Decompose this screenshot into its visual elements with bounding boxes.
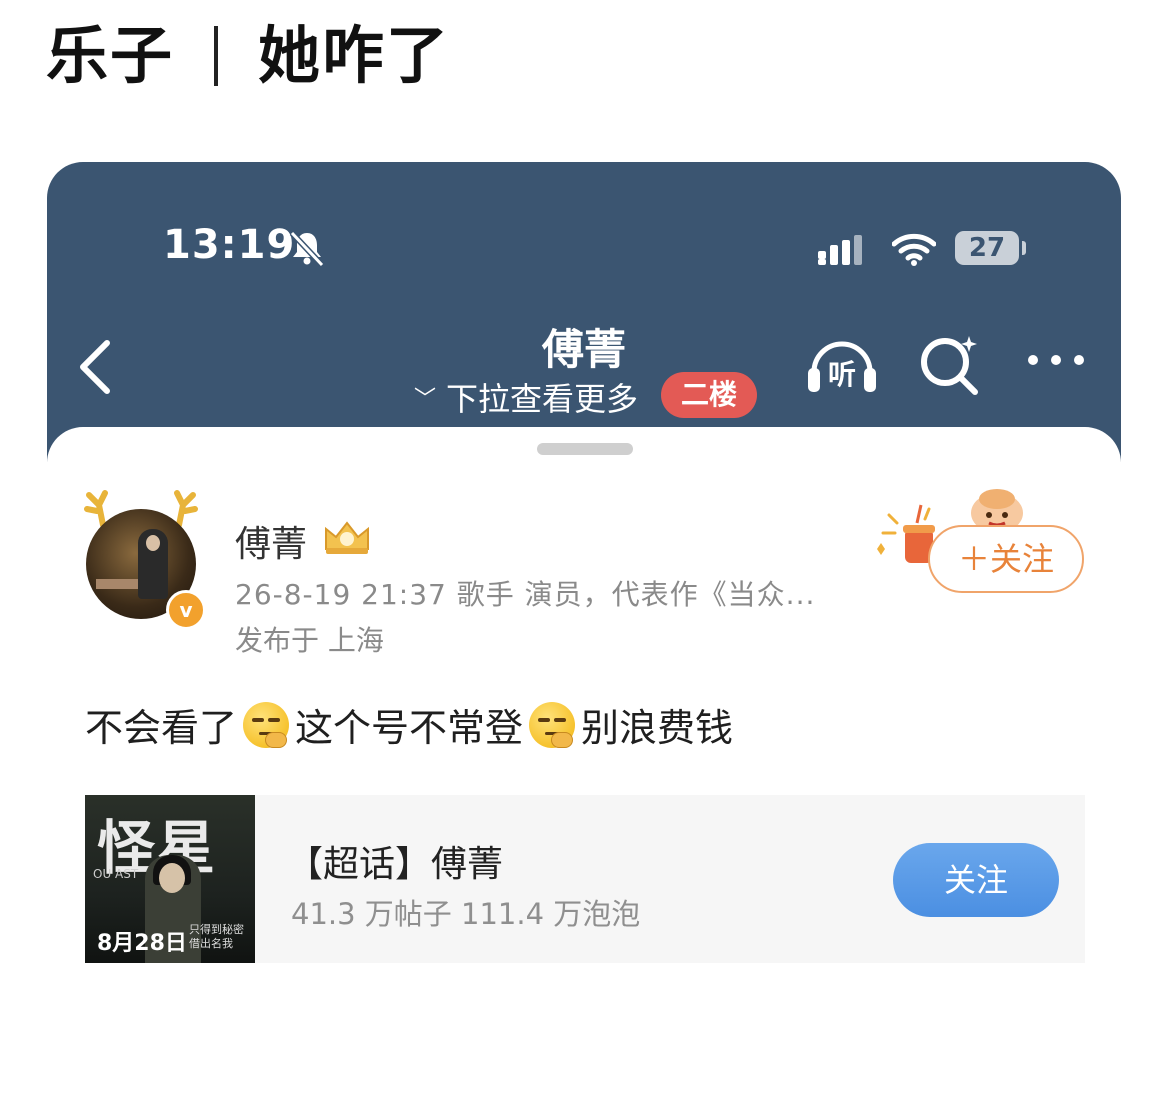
post-meta: 26-8-19 21:37 歌手 演员，代表作《当众... bbox=[235, 578, 816, 611]
post-title-right: 她咋了 bbox=[258, 19, 451, 92]
post-title-left: 乐子 bbox=[46, 19, 175, 92]
more-icon[interactable] bbox=[1025, 352, 1087, 368]
post-location: 发布于 上海 bbox=[235, 624, 384, 657]
battery-icon: 27 bbox=[955, 231, 1019, 265]
supertopic-poster: 怪星 OU AST 8月28日 只得到秘密 借出名我 bbox=[85, 795, 255, 963]
username[interactable]: 傅菁 bbox=[235, 515, 307, 567]
thinking-emoji-icon bbox=[529, 701, 576, 748]
poster-small-text: 只得到秘密 借出名我 bbox=[189, 923, 244, 950]
search-icon[interactable] bbox=[917, 332, 983, 398]
listen-icon[interactable]: 听 bbox=[804, 332, 880, 396]
wifi-icon bbox=[892, 233, 936, 266]
signal-icon bbox=[818, 235, 862, 265]
thinking-emoji-icon bbox=[243, 701, 290, 748]
pull-down-label: 下拉查看更多 bbox=[446, 380, 639, 418]
battery-tip bbox=[1022, 241, 1026, 255]
poster-date: 8月28日 bbox=[97, 931, 187, 956]
post-segment-1: 不会看了 bbox=[85, 706, 238, 750]
post-text: 不会看了 这个号不常登 别浪费钱 bbox=[85, 697, 733, 752]
poster-subtitle: OU AST bbox=[93, 867, 139, 881]
supertopic-title: 【超话】傅菁 bbox=[287, 844, 504, 885]
supertopic-follow-button[interactable]: 关注 bbox=[893, 843, 1059, 917]
listen-label: 听 bbox=[828, 358, 856, 391]
post-sheet: v 傅菁 26-8-19 21:37 歌手 演员，代表作《当众... 发布于 上… bbox=[47, 427, 1121, 993]
status-time: 13:19 bbox=[163, 222, 296, 268]
bell-muted-icon bbox=[289, 230, 325, 268]
post-title: 乐子 她咋了 bbox=[46, 14, 450, 98]
crown-badge-icon bbox=[325, 521, 369, 554]
supertopic-card[interactable]: 怪星 OU AST 8月28日 只得到秘密 借出名我 【超话】傅菁 41.3 万… bbox=[85, 795, 1085, 963]
screenshot-frame: 13:19 27 傅菁 ﹀ 下拉查看更多 二楼 听 v 傅菁 26-8-19 2… bbox=[47, 162, 1121, 993]
avatar[interactable]: v bbox=[83, 487, 206, 630]
post-segment-2: 这个号不常登 bbox=[295, 706, 524, 750]
chevron-down-icon: ﹀ bbox=[414, 387, 437, 412]
second-floor-badge[interactable]: 二楼 bbox=[661, 372, 757, 418]
supertopic-stats: 41.3 万帖子 111.4 万泡泡 bbox=[291, 897, 641, 931]
follow-button[interactable]: ＋关注 bbox=[928, 525, 1084, 593]
pull-down-hint[interactable]: ﹀ 下拉查看更多 bbox=[414, 374, 638, 420]
app-header: 13:19 27 傅菁 ﹀ 下拉查看更多 二楼 听 bbox=[47, 162, 1121, 462]
title-separator bbox=[214, 26, 219, 86]
verified-badge: v bbox=[166, 590, 206, 630]
post-segment-3: 别浪费钱 bbox=[581, 706, 734, 750]
drag-handle[interactable] bbox=[537, 443, 633, 455]
